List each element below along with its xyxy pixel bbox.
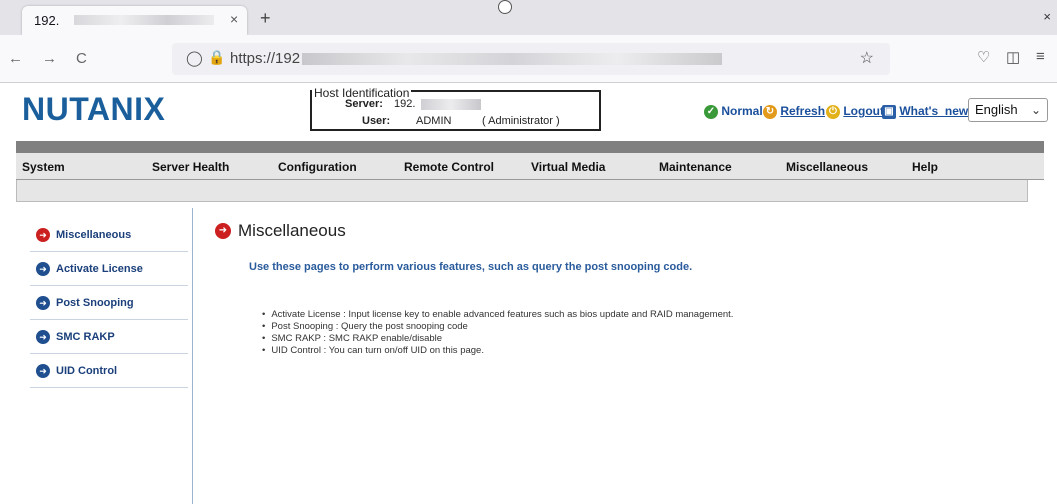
menu-miscellaneous[interactable]: Miscellaneous <box>786 160 868 174</box>
server-label: Server: <box>345 98 383 110</box>
sidebar-item-label: Post Snooping <box>56 297 134 309</box>
list-item: SMC RAKP : SMC RAKP enable/disable <box>262 333 733 345</box>
arrow-right-icon: ➜ <box>36 330 50 344</box>
menu-configuration[interactable]: Configuration <box>278 160 357 174</box>
sidebar-item-smc-rakp[interactable]: ➜ SMC RAKP <box>30 320 188 354</box>
tab-title-redacted <box>74 15 214 25</box>
power-icon: ⏻ <box>826 104 840 119</box>
sidebar-item-uid-control[interactable]: ➜ UID Control <box>30 354 188 388</box>
server-redacted <box>421 99 481 110</box>
circle-icon <box>498 0 512 14</box>
arrow-right-icon: ➜ <box>36 364 50 378</box>
submenu-bar <box>16 180 1028 202</box>
back-icon[interactable]: ← <box>8 50 23 67</box>
browser-tabbar: 192. × + × <box>0 0 1057 35</box>
refresh-icon: ↻ <box>763 104 777 119</box>
new-tab-icon[interactable]: + <box>260 8 271 29</box>
host-identification: Host Identification Server: 192. User: A… <box>310 86 601 131</box>
menubar-top-strip <box>16 141 1044 153</box>
status-normal: ✓ Normal <box>704 104 763 120</box>
user-value: ADMIN <box>416 115 452 127</box>
url-redacted <box>302 53 722 65</box>
sidebar-item-post-snooping[interactable]: ➜ Post Snooping <box>30 286 188 320</box>
sidebar-item-label: SMC RAKP <box>56 331 115 343</box>
server-value: 192. <box>394 98 416 110</box>
list-item: UID Control : You can turn on/off UID on… <box>262 345 733 357</box>
nutanix-logo: NUTANIX <box>22 91 166 127</box>
list-item: Post Snooping : Query the post snooping … <box>262 321 733 333</box>
feature-list: Activate License : Input license key to … <box>262 309 733 357</box>
menu-server-health[interactable]: Server Health <box>152 160 229 174</box>
tab-close-icon[interactable]: × <box>230 11 238 27</box>
menu-maintenance[interactable]: Maintenance <box>659 160 732 174</box>
check-icon: ✓ <box>704 104 718 119</box>
arrow-right-icon: ➜ <box>36 296 50 310</box>
star-icon[interactable]: ☆ <box>860 48 874 68</box>
menu-remote-control[interactable]: Remote Control <box>404 160 494 174</box>
sidebar-item-label: Miscellaneous <box>56 229 132 241</box>
language-select[interactable]: English ⌄ <box>968 98 1048 122</box>
forward-icon[interactable]: → <box>42 50 57 67</box>
window-close-icon[interactable]: × <box>1043 9 1051 24</box>
sidebar-toggle-icon[interactable]: ◫ <box>1006 48 1020 66</box>
monitor-icon: ▣ <box>882 104 896 119</box>
url-text[interactable]: https://192 <box>230 50 300 67</box>
menu-virtual-media[interactable]: Virtual Media <box>531 160 605 174</box>
reload-icon[interactable]: C <box>76 50 87 67</box>
browser-navbar: ← → C ◯ 🔒 https://192 ☆ ♡ ◫ ≡ <box>0 35 1057 83</box>
page-title: Miscellaneous <box>238 221 346 240</box>
menu-icon[interactable]: ≡ <box>1036 48 1045 65</box>
sidebar-item-label: UID Control <box>56 365 118 377</box>
lock-icon[interactable]: 🔒 <box>208 49 225 66</box>
sidebar-item-activate-license[interactable]: ➜ Activate License <box>30 252 188 286</box>
pocket-icon[interactable]: ♡ <box>977 48 990 66</box>
refresh-link[interactable]: ↻ Refresh <box>763 104 825 120</box>
status-normal-label: Normal <box>721 104 763 118</box>
sidebar-item-label: Activate License <box>56 263 143 275</box>
user-role: ( Administrator ) <box>482 115 560 127</box>
language-value: English <box>975 102 1018 117</box>
menu-system[interactable]: System <box>22 160 65 174</box>
url-bar[interactable]: ◯ 🔒 https://192 ☆ <box>172 43 890 75</box>
browser-tab[interactable]: 192. × <box>22 6 247 35</box>
arrow-right-icon: ➜ <box>36 262 50 276</box>
tab-title: 192. <box>34 13 60 28</box>
menu-help[interactable]: Help <box>912 160 938 174</box>
sidebar-divider <box>192 208 193 504</box>
logout-label[interactable]: Logout <box>843 104 884 118</box>
logout-link[interactable]: ⏻ Logout <box>826 104 884 120</box>
page-description: Use these pages to perform various featu… <box>249 261 693 273</box>
main-menu: System Server Health Configuration Remot… <box>16 153 1044 180</box>
sidebar: ➜ Miscellaneous ➜ Activate License ➜ Pos… <box>30 218 188 388</box>
arrow-right-icon: ➜ <box>36 228 50 242</box>
chevron-down-icon: ⌄ <box>1030 103 1041 117</box>
shield-icon[interactable]: ◯ <box>186 49 203 67</box>
list-item: Activate License : Input license key to … <box>262 309 733 321</box>
whats-new-label[interactable]: What's_new <box>899 104 968 118</box>
refresh-label[interactable]: Refresh <box>780 104 825 118</box>
whats-new-link[interactable]: ▣ What's_new <box>882 104 968 120</box>
user-label: User: <box>362 115 391 127</box>
sidebar-item-miscellaneous[interactable]: ➜ Miscellaneous <box>30 218 188 252</box>
arrow-right-icon: ➜ <box>215 223 231 239</box>
